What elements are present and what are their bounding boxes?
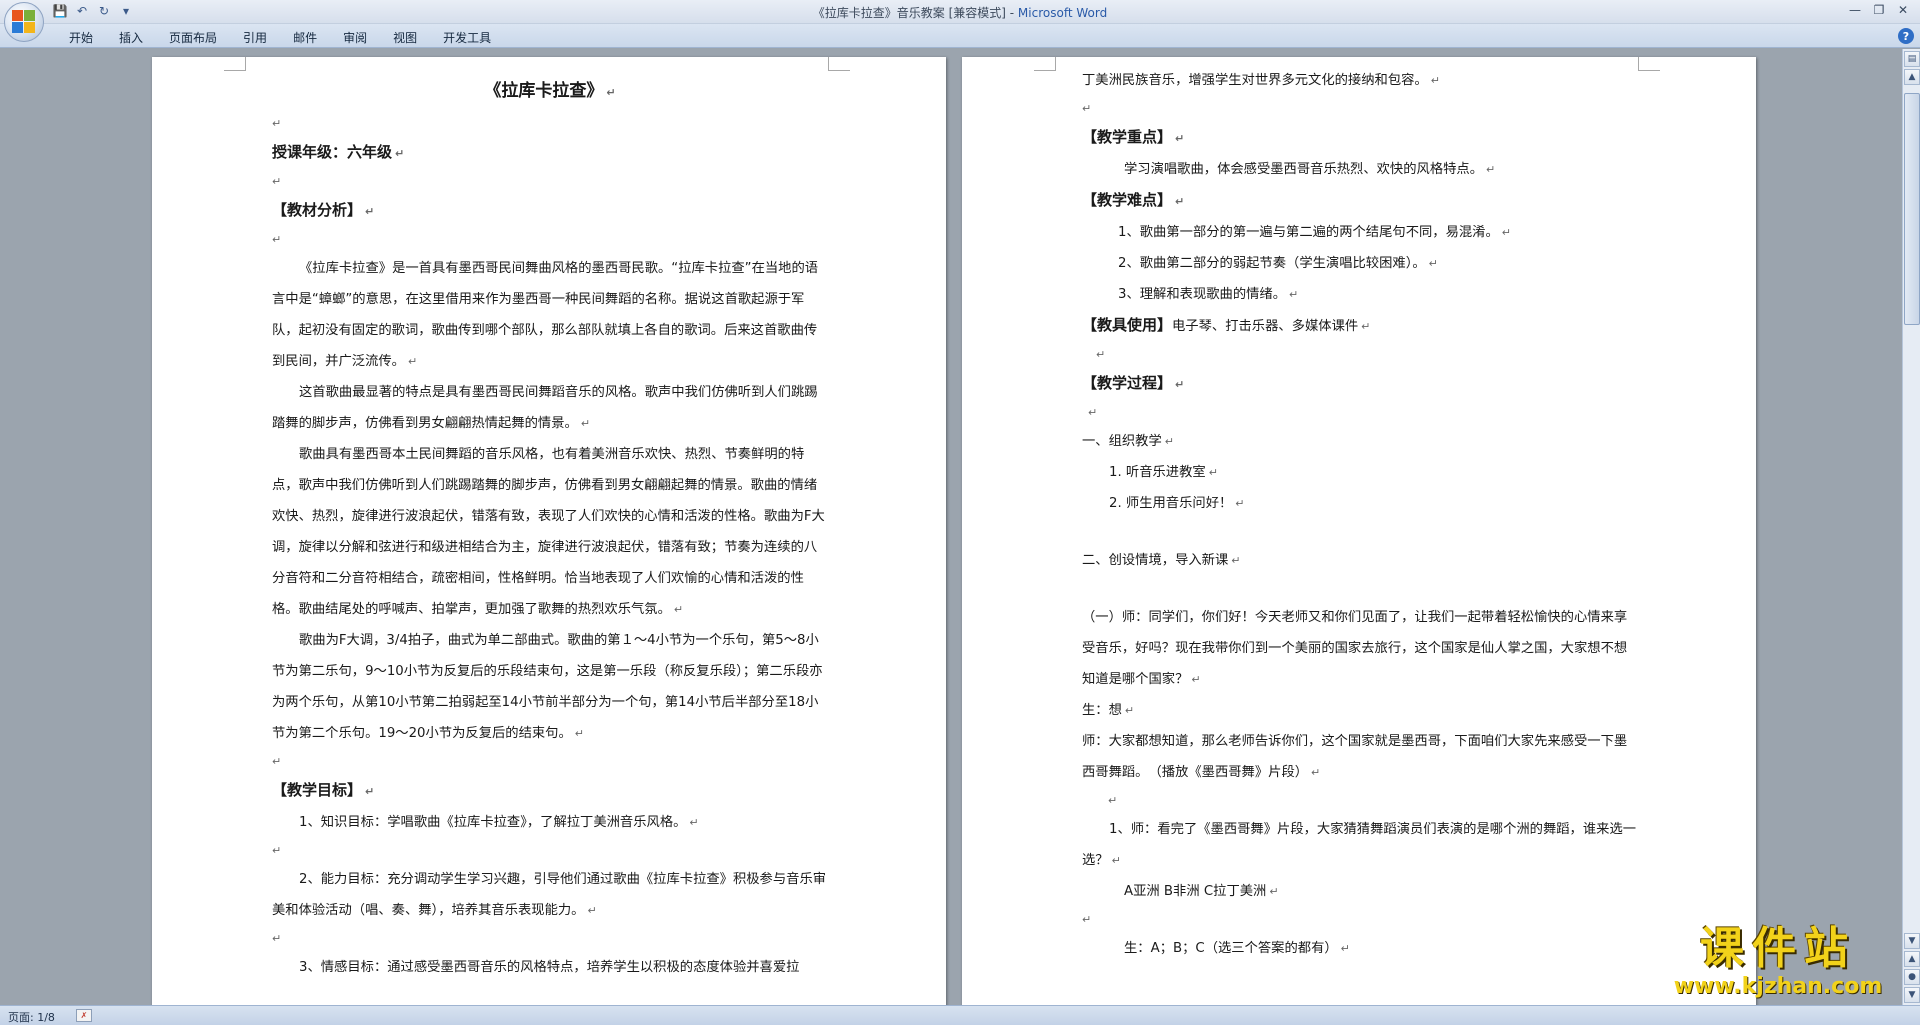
paragraph-mark: ↵ [1082, 102, 1092, 115]
dialog-paragraph: （一）师：同学们，你们好！今天老师又和你们见面了，让我们一起带着轻松愉快的心情来… [1082, 610, 1628, 687]
paragraph-mark: ↵ [272, 844, 282, 857]
title-bar: 💾 ↶ ↻ ▾ 《拉库卡拉查》音乐教案 [兼容模式] - Microsoft W… [0, 0, 1920, 24]
status-bar: 页面: 1/8 ✗ [0, 1005, 1920, 1025]
margin-corner [828, 57, 850, 71]
window-title: 《拉库卡拉查》音乐教案 [兼容模式] - Microsoft Word [0, 4, 1920, 21]
paragraph-mark: ↵ [1082, 913, 1092, 926]
window-title-doc: 《拉库卡拉查》音乐教案 [兼容模式] - [812, 6, 1018, 20]
process-substep: 1. 听音乐进教室 ↵ [1109, 465, 1218, 480]
tab-insert[interactable]: 插入 [106, 29, 156, 46]
proofing-icon[interactable]: ✗ [76, 1009, 92, 1022]
margin-corner [1034, 57, 1056, 71]
margin-corner [1638, 57, 1660, 71]
paragraph-mark: ↵ [272, 233, 282, 246]
ribbon-tabs: 开始 插入 页面布局 引用 邮件 审阅 视图 开发工具 [56, 29, 504, 46]
analysis-paragraph: 这首歌曲最显著的特点是具有墨西哥民间舞蹈音乐的风格。歌声中我们仿佛听到人们跳踢踏… [272, 385, 818, 431]
help-icon[interactable]: ? [1898, 28, 1914, 44]
key-point-text: 学习演唱歌曲，体会感受墨西哥音乐热烈、欢快的风格特点。 ↵ [1124, 162, 1496, 177]
tab-view[interactable]: 视图 [380, 29, 430, 46]
difficulty-item: 3、理解和表现歌曲的情绪。 ↵ [1118, 287, 1299, 302]
restore-icon[interactable]: ❐ [1868, 1, 1890, 19]
analysis-paragraph: 《拉库卡拉查》是一首具有墨西哥民间舞曲风格的墨西哥民歌。“拉库卡拉查”在当地的语… [272, 261, 819, 369]
difficulty-item: 1、歌曲第一部分的第一遍与第二遍的两个结尾句不同，易混淆。 ↵ [1118, 225, 1511, 240]
office-logo-icon [12, 10, 36, 34]
page-content[interactable]: 丁美洲民族音乐，增强学生对世界多元文化的接纳和包容。 ↵ ↵ 【教学重点】 ↵ 学习… [1082, 65, 1638, 964]
watermark-logo: 课件站 www.kjzhan.com [1662, 923, 1894, 1003]
watermark-cn: 课件站 [1700, 923, 1856, 974]
paragraph-mark: ↵ [272, 755, 282, 768]
heading-analysis: 【教材分析】 ↵ [272, 201, 375, 219]
watermark-url: www.kjzhan.com [1673, 974, 1883, 999]
scroll-up-icon[interactable]: ▲ [1904, 69, 1920, 85]
question-paragraph: 1、师：看完了《墨西哥舞》片段，大家猜猜舞蹈演员们表演的是哪个洲的舞蹈，谁来选一… [1082, 822, 1637, 868]
scroll-down-icon[interactable]: ▼ [1904, 933, 1920, 949]
tab-home[interactable]: 开始 [56, 29, 106, 46]
ribbon: 开始 插入 页面布局 引用 邮件 审阅 视图 开发工具 ? [0, 24, 1920, 48]
goal-continuation: 丁美洲民族音乐，增强学生对世界多元文化的接纳和包容。 ↵ [1082, 73, 1440, 88]
next-page-icon[interactable]: ▼ [1904, 987, 1920, 1003]
heading-process: 【教学过程】 ↵ [1082, 374, 1185, 392]
browse-object-icon[interactable]: ● [1904, 969, 1920, 985]
goal-item: 2、能力目标：充分调动学生学习兴趣，引导他们通过歌曲《拉库卡拉查》积极参与音乐审… [272, 872, 827, 918]
vertical-scrollbar[interactable]: ▤ ▲ ▼ ▲ ● ▼ [1902, 49, 1920, 1005]
paragraph-mark: ↵ [1108, 794, 1118, 807]
heading-key-points: 【教学重点】 ↵ [1082, 128, 1185, 146]
ruler-toggle-icon[interactable]: ▤ [1904, 51, 1920, 67]
paragraph-mark: ↵ [1088, 406, 1098, 419]
tools-line: 【教具使用】电子琴、打击乐器、多媒体课件 ↵ [1082, 316, 1371, 334]
minimize-icon[interactable]: — [1844, 1, 1866, 19]
scroll-thumb[interactable] [1904, 93, 1920, 325]
goal-item: 1、知识目标：学唱歌曲《拉库卡拉查》，了解拉丁美洲音乐风格。 ↵ [299, 815, 699, 830]
grade-line: 授课年级：六年级 ↵ [272, 143, 405, 161]
dialog-paragraph: 师：大家都想知道，那么老师告诉你们，这个国家就是墨西哥，下面咱们大家先来感受一下… [1082, 734, 1628, 780]
window-title-app: Microsoft Word [1017, 6, 1108, 20]
paragraph-mark: ↵ [272, 175, 282, 188]
margin-corner [224, 57, 246, 71]
heading-difficulties: 【教学难点】 ↵ [1082, 191, 1185, 209]
process-step: 二、创设情境，导入新课 ↵ [1082, 553, 1241, 568]
window-controls: — ❐ ✕ [1844, 1, 1914, 19]
paragraph-mark: ↵ [1096, 348, 1106, 361]
page-counter[interactable]: 页面: 1/8 [8, 1009, 55, 1025]
goal-item: 3、情感目标：通过感受墨西哥音乐的风格特点，培养学生以积极的态度体验并喜爱拉 [299, 960, 800, 975]
page-left: 《拉库卡拉查》 ↵ ↵ 授课年级：六年级 ↵ ↵ 【教材分析】 ↵ ↵ 《拉库卡拉查》… [152, 57, 946, 1005]
paragraph-mark: ↵ [272, 932, 282, 945]
tab-page-layout[interactable]: 页面布局 [156, 29, 230, 46]
office-button[interactable] [4, 2, 44, 42]
tab-review[interactable]: 审阅 [330, 29, 380, 46]
tab-mailings[interactable]: 邮件 [280, 29, 330, 46]
difficulty-item: 2、歌曲第二部分的弱起节奏（学生演唱比较困难）。 ↵ [1118, 256, 1438, 271]
doc-title: 《拉库卡拉查》 ↵ [484, 81, 616, 101]
analysis-paragraph: 歌曲具有墨西哥本土民间舞蹈的音乐风格，也有着美洲音乐欢快、热烈、节奏鲜明的特点，… [272, 447, 825, 617]
analysis-paragraph: 歌曲为F大调，3/4拍子，曲式为单二部曲式。歌曲的第１～4小节为一个乐句，第5～… [272, 633, 823, 741]
question-answer: 生：A；B；C（选三个答案的都有） ↵ [1124, 941, 1350, 956]
document-area: 《拉库卡拉查》 ↵ ↵ 授课年级：六年级 ↵ ↵ 【教材分析】 ↵ ↵ 《拉库卡拉查》… [0, 49, 1902, 1005]
page-content[interactable]: 《拉库卡拉查》 ↵ ↵ 授课年级：六年级 ↵ ↵ 【教材分析】 ↵ ↵ 《拉库卡拉查》… [272, 73, 828, 983]
tab-references[interactable]: 引用 [230, 29, 280, 46]
page-right: 丁美洲民族音乐，增强学生对世界多元文化的接纳和包容。 ↵ ↵ 【教学重点】 ↵ 学习… [962, 57, 1756, 1005]
paragraph-mark: ↵ [272, 117, 282, 130]
heading-goals: 【教学目标】 ↵ [272, 781, 375, 799]
tab-developer[interactable]: 开发工具 [430, 29, 504, 46]
dialog-paragraph: 生：想 ↵ [1082, 703, 1135, 718]
process-step: 一、组织教学 ↵ [1082, 434, 1174, 449]
close-icon[interactable]: ✕ [1892, 1, 1914, 19]
question-options: A亚洲 B非洲 C拉丁美洲 ↵ [1124, 884, 1279, 899]
process-substep: 2. 师生用音乐问好！ ↵ [1109, 496, 1245, 511]
previous-page-icon[interactable]: ▲ [1904, 951, 1920, 967]
